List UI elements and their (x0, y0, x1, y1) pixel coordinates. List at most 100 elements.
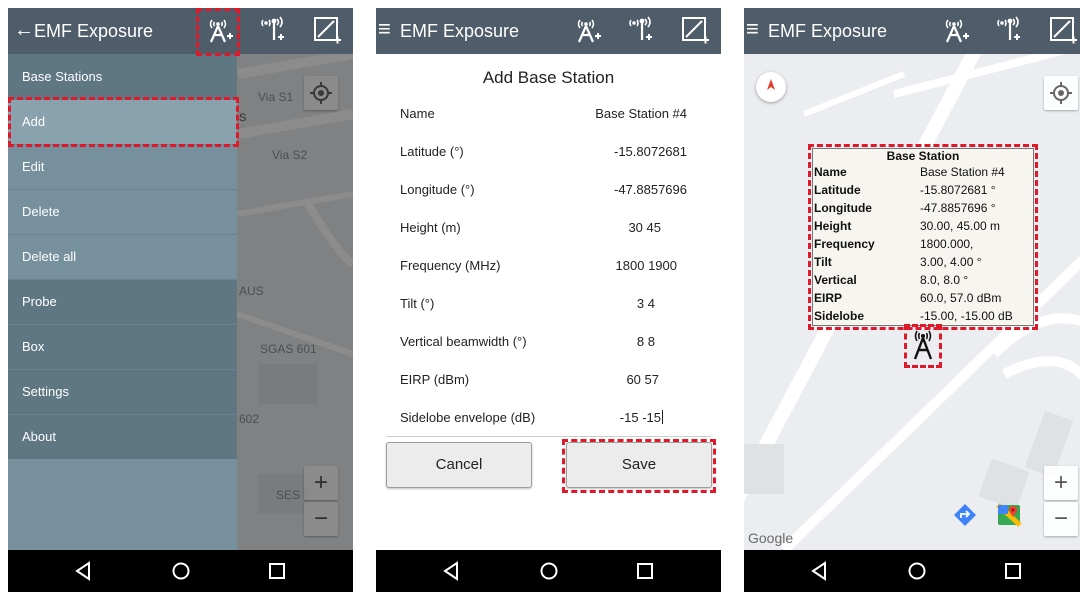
probe-add-icon (261, 16, 284, 40)
info-key: Sidelobe (814, 309, 865, 323)
nav-back-button[interactable] (72, 560, 94, 582)
drawer-item-add[interactable]: Add (8, 99, 237, 144)
add-box-button[interactable] (308, 12, 344, 48)
nav-recents-button[interactable] (266, 560, 288, 582)
field-vertical-beamwidth[interactable]: Vertical beamwidth (°) 8 8 (376, 324, 721, 360)
field-value[interactable]: -15.8072681 (614, 144, 687, 159)
nav-home-button[interactable] (170, 560, 192, 582)
info-row: Name Base Station #4 (813, 163, 1033, 181)
info-row: Height 30.00, 45.00 m (813, 217, 1033, 235)
map-view[interactable]: Base Station Name Base Station #4 Latitud… (744, 54, 1080, 550)
zoom-out-label: − (1053, 505, 1068, 532)
field-name[interactable]: Name Base Station #4 (376, 96, 721, 132)
app-bar: ← EMF Exposure (8, 8, 353, 54)
probe-add-icon (997, 16, 1020, 40)
info-row: EIRP 60.0, 57.0 dBm (813, 289, 1033, 307)
menu-icon[interactable]: ≡ (378, 17, 391, 41)
field-label: EIRP (dBm) (400, 372, 470, 387)
drawer-item-delete[interactable]: Delete (8, 189, 237, 234)
add-base-station-button[interactable] (568, 12, 604, 48)
box-add-icon (314, 17, 341, 44)
app-title: EMF Exposure (34, 21, 154, 41)
nav-recents-button[interactable] (1002, 560, 1024, 582)
zoom-in-label: + (1053, 469, 1068, 496)
box-add-icon (682, 17, 709, 44)
info-key: Vertical (814, 273, 857, 287)
probe-add-icon (629, 16, 652, 40)
system-nav-bar (8, 550, 353, 592)
info-value: 8.0, 8.0 ° (920, 273, 969, 287)
add-base-station-form: Add Base Station Name Base Station #4 La… (376, 54, 721, 550)
info-title: Base Station (886, 149, 960, 163)
field-value[interactable]: Base Station #4 (595, 106, 687, 121)
cancel-button[interactable]: Cancel (386, 442, 532, 488)
phone-screen-map-info: ≡ EMF Exposure Base Station Name Base St… (744, 8, 1080, 592)
field-value[interactable]: 1800 1900 (616, 258, 677, 273)
add-base-station-button[interactable] (200, 12, 236, 48)
add-probe-button[interactable] (622, 12, 658, 48)
info-key: Longitude (814, 201, 872, 215)
field-height[interactable]: Height (m) 30 45 (376, 210, 721, 246)
my-location-button[interactable] (1044, 76, 1078, 110)
field-label: Latitude (°) (400, 144, 464, 159)
nav-home-button[interactable] (538, 560, 560, 582)
field-value[interactable]: 3 4 (637, 296, 655, 311)
info-key: Frequency (814, 237, 875, 251)
drawer-item-settings[interactable]: Settings (8, 369, 237, 414)
field-tilt[interactable]: Tilt (°) 3 4 (376, 286, 721, 322)
add-probe-button[interactable] (254, 12, 290, 48)
google-logo: Google (748, 530, 794, 546)
base-station-marker[interactable] (908, 326, 938, 362)
drawer-header-base-stations: Base Stations (8, 54, 237, 99)
app-title: EMF Exposure (768, 21, 888, 41)
directions-button[interactable] (948, 498, 982, 532)
nav-back-button[interactable] (440, 560, 462, 582)
antenna-add-icon (945, 19, 969, 43)
info-value: -15.00, -15.00 dB (920, 309, 1013, 323)
field-sidelobe-envelope[interactable]: Sidelobe envelope (dB) -15 -15 (376, 400, 721, 436)
drawer-item-box[interactable]: Box (8, 324, 237, 369)
info-row: Longitude -47.8857696 ° (813, 199, 1033, 217)
field-value[interactable]: 60 57 (626, 372, 659, 387)
save-button[interactable]: Save (566, 442, 712, 488)
drawer-item-delete-all[interactable]: Delete all (8, 234, 237, 279)
compass-button[interactable] (756, 72, 786, 102)
field-longitude[interactable]: Longitude (°) -47.8857696 (376, 172, 721, 208)
nav-home-button[interactable] (906, 560, 928, 582)
add-box-button[interactable] (676, 12, 712, 48)
add-probe-button[interactable] (990, 12, 1026, 48)
drawer-item-edit[interactable]: Edit (8, 144, 237, 189)
field-label: Tilt (°) (400, 296, 435, 311)
field-label: Frequency (MHz) (400, 258, 501, 273)
menu-icon[interactable]: ≡ (746, 17, 759, 41)
field-value[interactable]: 30 45 (628, 220, 661, 235)
add-base-station-button[interactable] (936, 12, 972, 48)
zoom-in-button[interactable]: + (1044, 466, 1078, 500)
field-value[interactable]: -47.8857696 (614, 182, 687, 197)
field-eirp[interactable]: EIRP (dBm) 60 57 (376, 362, 721, 398)
add-box-button[interactable] (1044, 12, 1080, 48)
google-maps-icon (996, 503, 1022, 527)
field-label: Name (400, 106, 435, 121)
drawer-item-about[interactable]: About (8, 414, 237, 459)
field-label: Height (m) (400, 220, 461, 235)
sidelobe-input[interactable]: -15 -15 (620, 410, 663, 425)
app-title: EMF Exposure (400, 21, 520, 41)
field-frequency[interactable]: Frequency (MHz) 1800 1900 (376, 248, 721, 284)
nav-recents-icon (1005, 563, 1021, 579)
system-nav-bar (376, 550, 721, 592)
nav-home-icon (540, 562, 558, 580)
info-key: Tilt (814, 255, 832, 269)
phone-screen-add-form: ≡ EMF Exposure Add Base Station Name Bas… (376, 8, 721, 592)
back-arrow-icon[interactable]: ← (14, 18, 34, 42)
system-nav-bar (744, 550, 1080, 592)
drawer-item-probe[interactable]: Probe (8, 279, 237, 324)
field-latitude[interactable]: Latitude (°) -15.8072681 (376, 134, 721, 170)
info-row: Tilt 3.00, 4.00 ° (813, 253, 1033, 271)
nav-recents-button[interactable] (634, 560, 656, 582)
open-in-maps-button[interactable] (992, 498, 1026, 532)
field-label: Longitude (°) (400, 182, 475, 197)
zoom-out-button[interactable]: − (1044, 502, 1078, 536)
nav-back-button[interactable] (808, 560, 830, 582)
field-value[interactable]: 8 8 (637, 334, 655, 349)
